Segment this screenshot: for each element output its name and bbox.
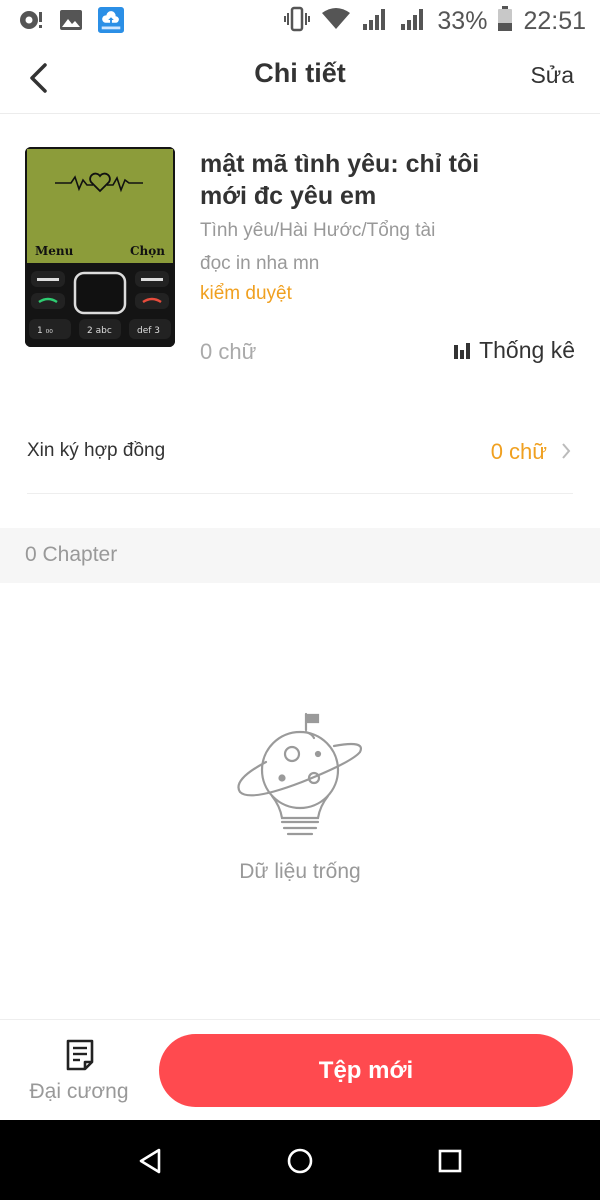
triangle-back-icon xyxy=(139,1148,161,1174)
battery-icon xyxy=(497,6,513,36)
vibrate-icon xyxy=(283,6,311,36)
planet-lightbulb-icon xyxy=(230,710,370,845)
outline-label: Đại cương xyxy=(29,1080,129,1103)
left-softkey-label: Menu xyxy=(35,244,74,258)
gallery-icon xyxy=(58,8,84,32)
book-title: mật mã tình yêu: chỉ tôi mới đc yêu em xyxy=(200,150,480,210)
bottom-action-bar: Đại cương Tệp mới xyxy=(0,1019,600,1120)
clock: 22:51 xyxy=(523,6,586,35)
book-cover[interactable]: Menu Chọn 1 ₀₀ 2 abc def 3 xyxy=(25,147,175,347)
battery-percent: 33% xyxy=(437,6,488,35)
new-chapter-button[interactable]: Tệp mới xyxy=(159,1034,573,1107)
page-title: Chi tiết xyxy=(254,58,346,88)
right-softkey-label: Chọn xyxy=(130,244,165,258)
key-1-label: 1 ₀₀ xyxy=(37,326,53,336)
app-header: Chi tiết Sửa xyxy=(0,42,600,114)
system-navigation-bar xyxy=(0,1120,600,1200)
review-status: kiểm duyệt xyxy=(200,283,292,304)
square-recents-icon xyxy=(438,1149,462,1173)
bar-chart-icon xyxy=(454,342,471,359)
cloud-upload-icon xyxy=(98,7,124,33)
contract-label: Xin ký hợp đồng xyxy=(27,440,166,461)
word-count: 0 chữ xyxy=(200,339,257,364)
key-2-label: 2 abc xyxy=(87,326,112,336)
statistics-label: Thống kê xyxy=(479,337,575,363)
nav-recents-button[interactable] xyxy=(433,1144,467,1178)
contract-row[interactable]: Xin ký hợp đồng 0 chữ xyxy=(27,420,573,494)
wifi-icon xyxy=(321,7,351,35)
document-icon xyxy=(65,1038,95,1076)
signal-icon xyxy=(399,7,427,35)
chapter-count: 0 Chapter xyxy=(25,543,118,566)
chevron-right-icon xyxy=(561,442,571,464)
nav-back-button[interactable] xyxy=(133,1144,167,1178)
contract-value: 0 chữ xyxy=(490,439,547,464)
key-3-label: def 3 xyxy=(137,326,160,336)
chapter-header: 0 Chapter xyxy=(0,528,600,583)
empty-state-text: Dữ liệu trống xyxy=(239,860,361,883)
edit-button[interactable]: Sửa xyxy=(530,62,574,89)
notification-dot-icon xyxy=(18,8,44,32)
book-genre: Tình yêu/Hài Hước/Tổng tài xyxy=(200,220,436,241)
statistics-button[interactable]: Thống kê xyxy=(453,337,575,364)
circle-home-icon xyxy=(287,1148,313,1174)
book-description: đọc in nha mn xyxy=(200,253,320,274)
outline-button[interactable]: Đại cương xyxy=(20,1036,138,1112)
signal-icon xyxy=(361,7,389,35)
status-bar: 33% 22:51 xyxy=(0,0,600,42)
nav-home-button[interactable] xyxy=(283,1144,317,1178)
